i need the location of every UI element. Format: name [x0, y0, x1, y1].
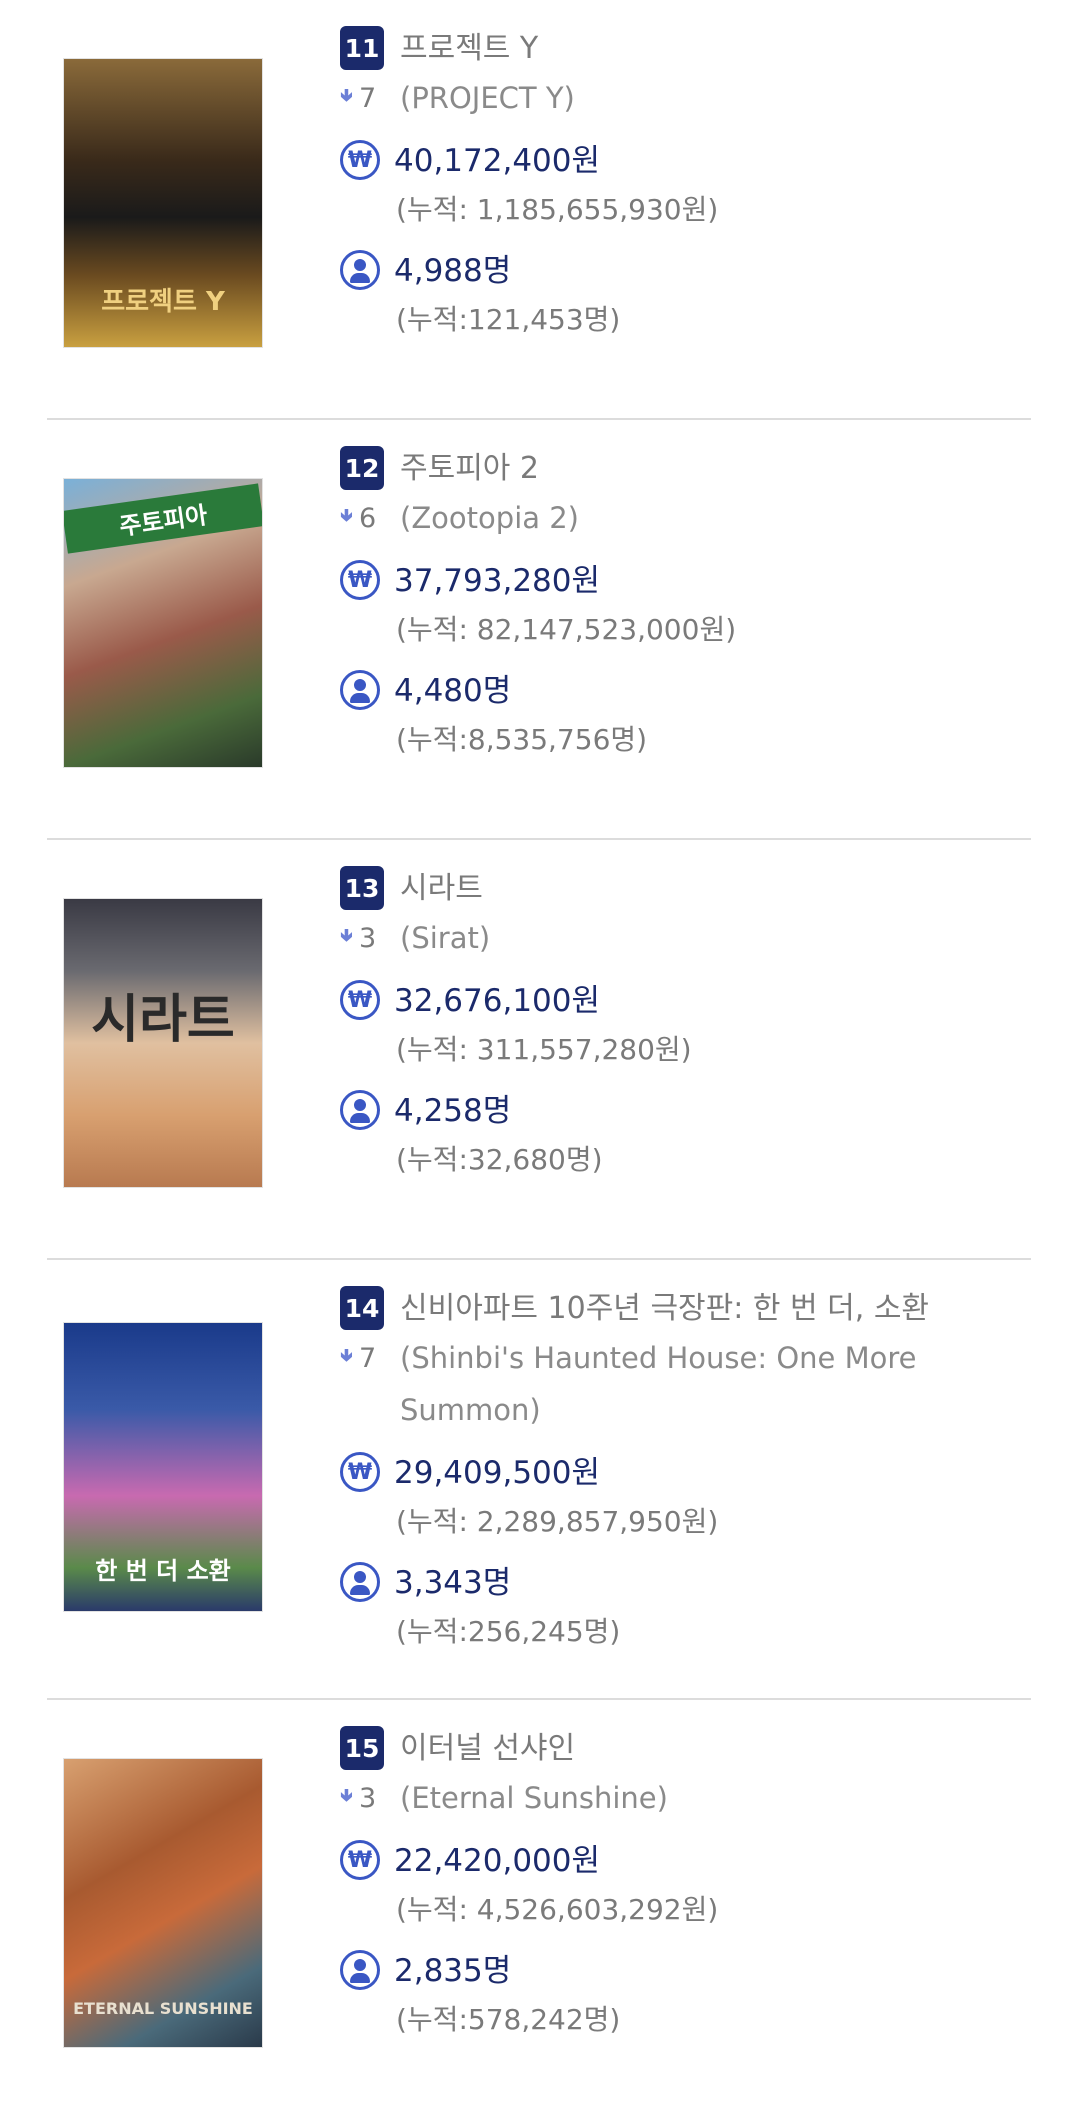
- box-office-list: 프로젝트 Y 11 프로젝트 Y 🢃 7 (PROJECT Y) ₩ 40,17…: [0, 0, 1078, 2120]
- movie-subtitle: (Eternal Sunshine): [400, 1781, 668, 1815]
- movie-subtitle: (Sirat): [400, 921, 491, 955]
- movie-poster[interactable]: 한 번 더 소환: [63, 1322, 263, 1612]
- daily-audience: 4,988명: [394, 253, 512, 289]
- movie-poster[interactable]: ETERNAL SUNSHINE: [63, 1758, 263, 2048]
- movie-title[interactable]: 프로젝트 Y: [400, 26, 538, 72]
- movie-subtitle: (Zootopia 2): [400, 501, 579, 535]
- person-icon: [340, 1950, 380, 1990]
- rank-change: 🢃 3: [340, 1772, 384, 1824]
- cumulative-audience: (누적:32,680명): [396, 1143, 603, 1176]
- cumulative-revenue: (누적: 82,147,523,000원): [396, 613, 737, 646]
- movie-title[interactable]: 이터널 선샤인: [400, 1726, 575, 1772]
- daily-revenue: 29,409,500원: [394, 1455, 601, 1491]
- cumulative-revenue: (누적: 2,289,857,950원): [396, 1505, 719, 1538]
- movie-entry[interactable]: 주토피아 12 주토피아 2 🢃 6 (Zootopia 2) ₩ 37,793…: [47, 420, 1031, 840]
- daily-audience: 4,258명: [394, 1093, 512, 1129]
- daily-audience: 4,480명: [394, 673, 512, 709]
- won-icon: ₩: [340, 1452, 380, 1492]
- movie-poster[interactable]: 주토피아: [63, 478, 263, 768]
- person-icon: [340, 670, 380, 710]
- person-icon: [340, 250, 380, 290]
- daily-revenue: 32,676,100원: [394, 983, 601, 1019]
- person-icon: [340, 1562, 380, 1602]
- movie-title[interactable]: 주토피아 2: [400, 446, 539, 492]
- daily-revenue: 37,793,280원: [394, 563, 601, 599]
- won-icon: ₩: [340, 560, 380, 600]
- arrow-down-icon: 🢃: [340, 505, 353, 526]
- rank-change-value: 3: [358, 1782, 377, 1814]
- rank-change: 🢃 6: [340, 492, 384, 544]
- poster-title: 주토피아: [64, 483, 262, 554]
- rank-change-value: 7: [358, 82, 377, 114]
- daily-revenue: 40,172,400원: [394, 143, 601, 179]
- rank-badge: 12: [340, 446, 384, 490]
- movie-info: 15 이터널 선샤인 🢃 3 (Eternal Sunshine) ₩ 22,4…: [340, 1726, 1031, 2044]
- movie-subtitle: (Shinbi's Haunted House: One More Summon…: [400, 1341, 917, 1427]
- won-icon: ₩: [340, 980, 380, 1020]
- movie-poster[interactable]: 시라트: [63, 898, 263, 1188]
- movie-info: 14 신비아파트 10주년 극장판: 한 번 더, 소환 🢃 7 (Shinbi…: [340, 1286, 1031, 1656]
- rank-change-value: 7: [358, 1342, 377, 1374]
- movie-entry[interactable]: 시라트 13 시라트 🢃 3 (Sirat) ₩ 32,676,100원 (누적…: [47, 840, 1031, 1260]
- movie-info: 13 시라트 🢃 3 (Sirat) ₩ 32,676,100원 (누적: 31…: [340, 866, 1031, 1184]
- rank-change: 🢃 3: [340, 912, 384, 964]
- movie-title[interactable]: 신비아파트 10주년 극장판: 한 번 더, 소환: [400, 1286, 929, 1332]
- poster-title: 한 번 더 소환: [95, 1557, 231, 1585]
- daily-audience: 3,343명: [394, 1565, 512, 1601]
- poster-title: 프로젝트 Y: [101, 287, 225, 317]
- movie-poster[interactable]: 프로젝트 Y: [63, 58, 263, 348]
- movie-subtitle: (PROJECT Y): [400, 81, 575, 115]
- cumulative-revenue: (누적: 1,185,655,930원): [396, 193, 719, 226]
- movie-title[interactable]: 시라트: [400, 866, 483, 912]
- cumulative-revenue: (누적: 311,557,280원): [396, 1033, 692, 1066]
- cumulative-audience: (누적:256,245명): [396, 1615, 621, 1648]
- rank-badge: 15: [340, 1726, 384, 1770]
- rank-badge: 14: [340, 1286, 384, 1330]
- cumulative-revenue: (누적: 4,526,603,292원): [396, 1893, 719, 1926]
- won-icon: ₩: [340, 1840, 380, 1880]
- rank-badge: 11: [340, 26, 384, 70]
- movie-entry[interactable]: 한 번 더 소환 14 신비아파트 10주년 극장판: 한 번 더, 소환 🢃 …: [47, 1260, 1031, 1700]
- poster-title: ETERNAL SUNSHINE: [73, 1999, 253, 2018]
- poster-title: 시라트: [91, 990, 235, 1050]
- rank-change: 🢃 7: [340, 1332, 384, 1384]
- arrow-down-icon: 🢃: [340, 1785, 353, 1806]
- rank-change: 🢃 7: [340, 72, 384, 124]
- rank-badge: 13: [340, 866, 384, 910]
- rank-change-value: 3: [358, 922, 377, 954]
- movie-info: 11 프로젝트 Y 🢃 7 (PROJECT Y) ₩ 40,172,400원 …: [340, 26, 1031, 344]
- person-icon: [340, 1090, 380, 1130]
- arrow-down-icon: 🢃: [340, 85, 353, 106]
- arrow-down-icon: 🢃: [340, 925, 353, 946]
- cumulative-audience: (누적:8,535,756명): [396, 723, 648, 756]
- daily-audience: 2,835명: [394, 1953, 512, 1989]
- movie-entry[interactable]: ETERNAL SUNSHINE 15 이터널 선샤인 🢃 3 (Eternal…: [47, 1700, 1031, 2120]
- movie-info: 12 주토피아 2 🢃 6 (Zootopia 2) ₩ 37,793,280원…: [340, 446, 1031, 764]
- arrow-down-icon: 🢃: [340, 1345, 353, 1366]
- movie-entry[interactable]: 프로젝트 Y 11 프로젝트 Y 🢃 7 (PROJECT Y) ₩ 40,17…: [47, 0, 1031, 420]
- cumulative-audience: (누적:578,242명): [396, 2003, 621, 2036]
- won-icon: ₩: [340, 140, 380, 180]
- cumulative-audience: (누적:121,453명): [396, 303, 621, 336]
- rank-change-value: 6: [358, 502, 377, 534]
- daily-revenue: 22,420,000원: [394, 1843, 601, 1879]
